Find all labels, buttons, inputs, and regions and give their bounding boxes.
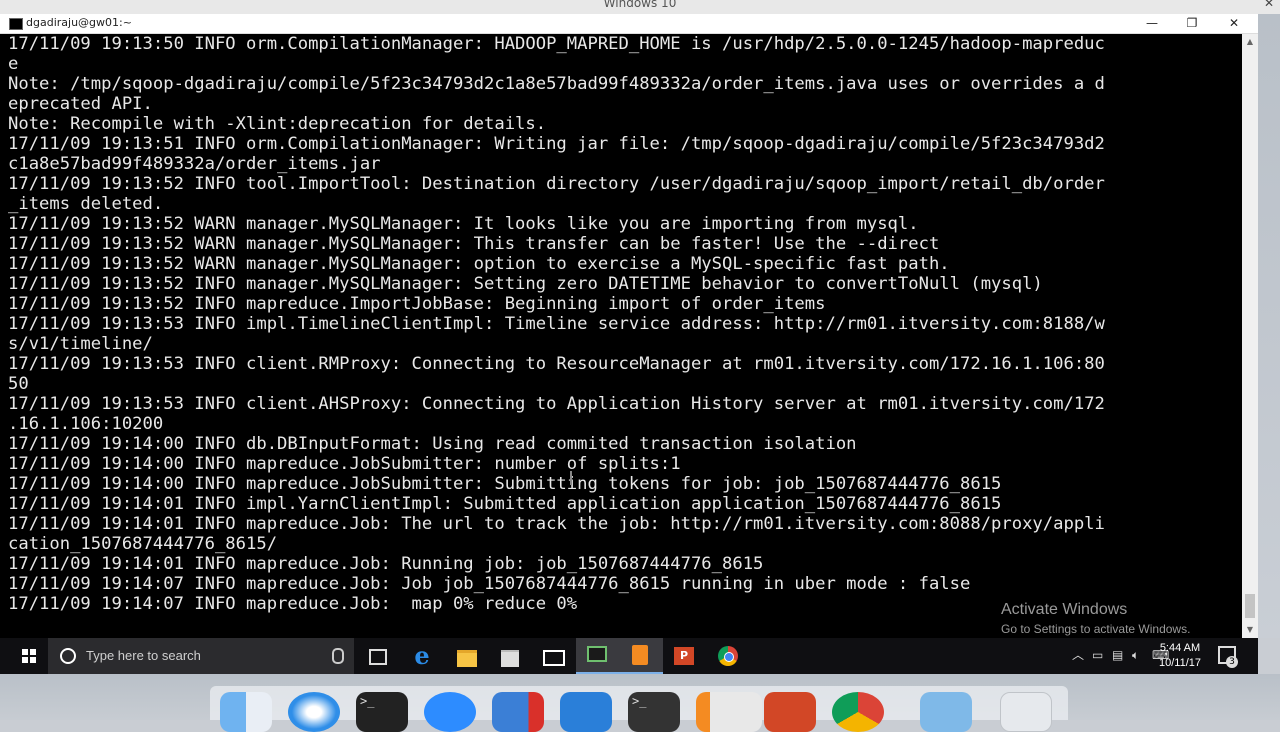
terminal-output[interactable]: 17/11/09 19:13:50 INFO orm.CompilationMa… [0, 34, 1242, 638]
host-desktop: >_ >_ [0, 674, 1280, 732]
taskbar-sublime-button[interactable] [619, 638, 663, 674]
windows-vm-icon[interactable] [492, 692, 544, 732]
watermark-title: Activate Windows [1001, 601, 1128, 618]
activate-windows-watermark: Activate Windows Go to Settings to activ… [1001, 600, 1190, 637]
terminal-line: 17/11/09 19:13:53 INFO client.RMProxy: C… [8, 354, 1105, 374]
terminal-line: 17/11/09 19:13:52 WARN manager.MySQLMana… [8, 254, 950, 274]
host-titlebar: Windows 10 ✕ [0, 0, 1280, 14]
terminal-line: c1a8e57bad99f489332a/order_items.jar [8, 154, 381, 174]
chrome-icon[interactable] [716, 644, 740, 668]
scroll-up-icon[interactable]: ▲ [1242, 34, 1258, 50]
terminal-lines: 17/11/09 19:13:50 INFO orm.CompilationMa… [8, 34, 1234, 614]
terminal-line: 17/11/09 19:14:01 INFO mapreduce.Job: Th… [8, 514, 1105, 534]
clock-date: 10/11/17 [1158, 657, 1201, 669]
mail-icon[interactable] [541, 644, 565, 668]
search-box[interactable]: Type here to search [48, 638, 354, 674]
search-icon [60, 648, 76, 664]
terminal-line: .16.1.106:10200 [8, 414, 164, 434]
chevron-up-icon[interactable]: ︿ [1072, 648, 1084, 662]
minimize-button[interactable]: — [1132, 14, 1172, 33]
sublime-text-icon[interactable] [696, 692, 762, 732]
remote-desktop-icon[interactable] [560, 692, 612, 732]
clock-time: 5:44 AM [1159, 642, 1201, 654]
terminal-line: 17/11/09 19:13:53 INFO impl.TimelineClie… [8, 314, 1105, 334]
sublime-text-icon [632, 645, 648, 665]
terminal-line: Note: Recompile with -Xlint:deprecation … [8, 114, 547, 134]
terminal-scrollbar[interactable]: ▲ ▼ [1242, 34, 1258, 638]
safari-icon[interactable] [288, 692, 340, 732]
terminal-icon[interactable]: >_ [628, 692, 680, 732]
taskbar: Type here to search e P ︿ ▭ ▤ 🔈︎ ⌨︎ 5:44… [0, 638, 1258, 674]
notification-badge: 3 [1226, 656, 1238, 668]
network-icon[interactable]: ▤ [1112, 648, 1123, 662]
terminal-line: 17/11/09 19:13:53 INFO client.AHSProxy: … [8, 394, 1105, 414]
powerpoint-icon[interactable]: P [672, 644, 696, 668]
close-button[interactable]: ✕ [1214, 14, 1254, 33]
maximize-button[interactable]: ❐ [1172, 14, 1212, 33]
terminal-line: _items deleted. [8, 194, 164, 214]
trash-icon[interactable] [1000, 692, 1052, 732]
terminal-titlebar[interactable]: dgadiraju@gw01:~ — ❐ ✕ [0, 14, 1258, 34]
terminal-line: 17/11/09 19:13:52 WARN manager.MySQLMana… [8, 214, 919, 234]
system-clock[interactable]: 5:44 AM 10/11/17 [1148, 641, 1212, 671]
zoom-icon[interactable] [424, 692, 476, 732]
terminal-line: 50 [8, 374, 29, 394]
mouse-cursor [570, 471, 572, 485]
terminal-line: 17/11/09 19:13:51 INFO orm.CompilationMa… [8, 134, 1105, 154]
terminal-line: 17/11/09 19:13:50 INFO orm.CompilationMa… [8, 34, 1105, 54]
terminal-line: 17/11/09 19:14:00 INFO mapreduce.JobSubm… [8, 454, 681, 474]
terminal-line: 17/11/09 19:14:01 INFO impl.YarnClientIm… [8, 494, 1002, 514]
host-close-icon[interactable]: ✕ [1264, 0, 1274, 10]
edge-icon[interactable]: e [410, 644, 434, 668]
volume-icon[interactable]: 🔈︎ [1132, 648, 1139, 662]
terminal-line: 17/11/09 19:13:52 INFO tool.ImportTool: … [8, 174, 1105, 194]
terminal-line: 17/11/09 19:14:07 INFO mapreduce.Job: Jo… [8, 574, 971, 594]
chrome-icon[interactable] [832, 692, 884, 732]
terminal-icon[interactable]: >_ [356, 692, 408, 732]
folder-icon[interactable] [920, 692, 972, 732]
terminal-line: 17/11/09 19:14:00 INFO mapreduce.JobSubm… [8, 474, 1002, 494]
terminal-line: eprecated API. [8, 94, 153, 114]
terminal-line: cation_1507687444776_8615/ [8, 534, 278, 554]
file-explorer-icon[interactable] [455, 644, 479, 668]
terminal-line: Note: /tmp/sqoop-dgadiraju/compile/5f23c… [8, 74, 1105, 94]
scroll-down-icon[interactable]: ▼ [1242, 622, 1258, 638]
terminal-line: 17/11/09 19:13:52 WARN manager.MySQLMana… [8, 234, 940, 254]
search-placeholder: Type here to search [86, 648, 201, 663]
powerpoint-icon[interactable] [764, 692, 816, 732]
microphone-icon[interactable] [332, 648, 344, 664]
terminal-line: 17/11/09 19:13:52 INFO manager.MySQLMana… [8, 274, 1043, 294]
scroll-thumb[interactable] [1245, 594, 1255, 618]
terminal-title: dgadiraju@gw01:~ [26, 16, 132, 29]
dock: >_ >_ [210, 686, 1068, 732]
watermark-subtitle: Go to Settings to activate Windows. [1001, 622, 1191, 636]
task-view-icon[interactable] [366, 644, 390, 668]
terminal-line: 17/11/09 19:14:00 INFO db.DBInputFormat:… [8, 434, 857, 454]
terminal-line: 17/11/09 19:13:52 INFO mapreduce.ImportJ… [8, 294, 826, 314]
battery-icon[interactable]: ▭ [1092, 648, 1103, 662]
terminal-line: e [8, 54, 19, 74]
guest-desktop: dgadiraju@gw01:~ — ❐ ✕ 17/11/09 19:13:50… [0, 14, 1258, 638]
terminal-line: s/v1/timeline/ [8, 334, 153, 354]
host-window-title: Windows 10 [603, 0, 677, 10]
host-background [1258, 14, 1280, 638]
terminal-icon [587, 646, 607, 662]
terminal-app-icon [9, 18, 23, 30]
windows-logo-icon [22, 649, 36, 663]
store-icon[interactable] [498, 644, 522, 668]
terminal-line: 17/11/09 19:14:01 INFO mapreduce.Job: Ru… [8, 554, 764, 574]
finder-icon[interactable] [220, 692, 272, 732]
taskbar-terminal-button[interactable] [576, 638, 620, 674]
